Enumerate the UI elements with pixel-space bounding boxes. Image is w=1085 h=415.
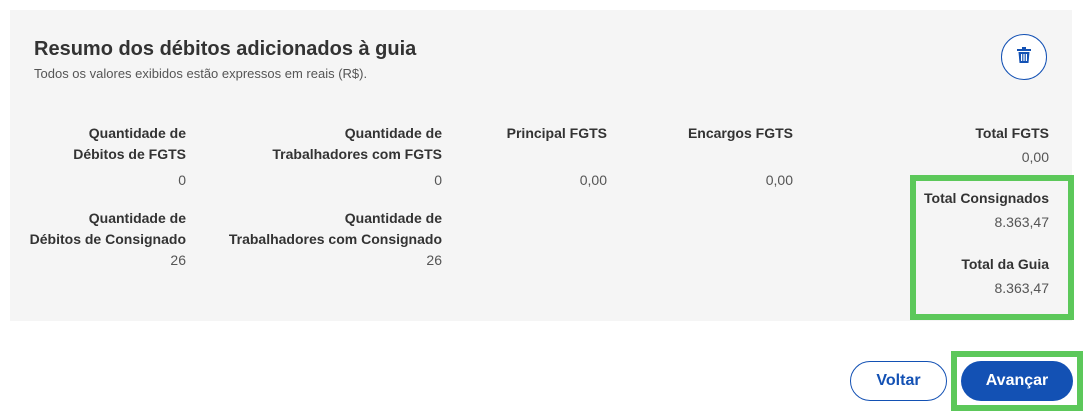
consignado-workers-count-label-1: Quantidade de [344, 210, 442, 226]
fgts-total-label: Total FGTS [975, 125, 1049, 141]
fgts-debits-count-label-1: Quantidade de [88, 125, 186, 141]
fgts-charges: Encargos FGTS 0,00 [660, 123, 793, 191]
fgts-debits-count: Quantidade de Débitos de FGTS 0 [40, 123, 186, 191]
summary-title: Resumo dos débitos adicionados à guia [34, 38, 417, 60]
consignado-workers-count-value: 26 [426, 252, 442, 268]
delete-button[interactable] [1001, 34, 1047, 80]
fgts-workers-count-value: 0 [434, 172, 442, 188]
fgts-charges-value: 0,00 [765, 172, 793, 188]
fgts-principal-value: 0,00 [579, 172, 607, 188]
consignado-total: Total Consignados 8.363,47 [920, 188, 1049, 233]
consignado-workers-count: Quantidade de Trabalhadores com Consigna… [202, 208, 442, 271]
guia-total: Total da Guia 8.363,47 [920, 254, 1049, 299]
consignado-workers-count-label-2: Trabalhadores com Consignado [228, 231, 442, 247]
fgts-workers-count-label-2: Trabalhadores com FGTS [272, 146, 442, 162]
fgts-debits-count-value: 0 [178, 172, 186, 188]
consignado-debits-count: Quantidade de Débitos de Consignado 26 [20, 208, 186, 271]
consignado-total-label: Total Consignados [924, 190, 1049, 206]
fgts-total-value: 0,00 [1021, 149, 1049, 165]
guia-total-label: Total da Guia [961, 256, 1049, 272]
fgts-principal-label: Principal FGTS [506, 125, 607, 141]
trash-icon [1017, 46, 1031, 68]
next-button[interactable]: Avançar [961, 361, 1073, 401]
guia-total-value: 8.363,47 [994, 280, 1050, 296]
fgts-charges-label: Encargos FGTS [687, 125, 793, 141]
consignado-debits-count-label-2: Débitos de Consignado [29, 231, 186, 247]
fgts-debits-count-label-2: Débitos de FGTS [73, 146, 186, 162]
summary-subtitle: Todos os valores exibidos estão expresso… [34, 66, 368, 81]
consignado-debits-count-value: 26 [170, 252, 186, 268]
fgts-principal: Principal FGTS 0,00 [480, 123, 607, 191]
back-button[interactable]: Voltar [850, 361, 947, 401]
fgts-total: Total FGTS 0,00 [900, 123, 1049, 168]
fgts-workers-count: Quantidade de Trabalhadores com FGTS 0 [222, 123, 442, 191]
fgts-workers-count-label-1: Quantidade de [344, 125, 442, 141]
consignado-total-value: 8.363,47 [994, 214, 1050, 230]
consignado-debits-count-label-1: Quantidade de [88, 210, 186, 226]
